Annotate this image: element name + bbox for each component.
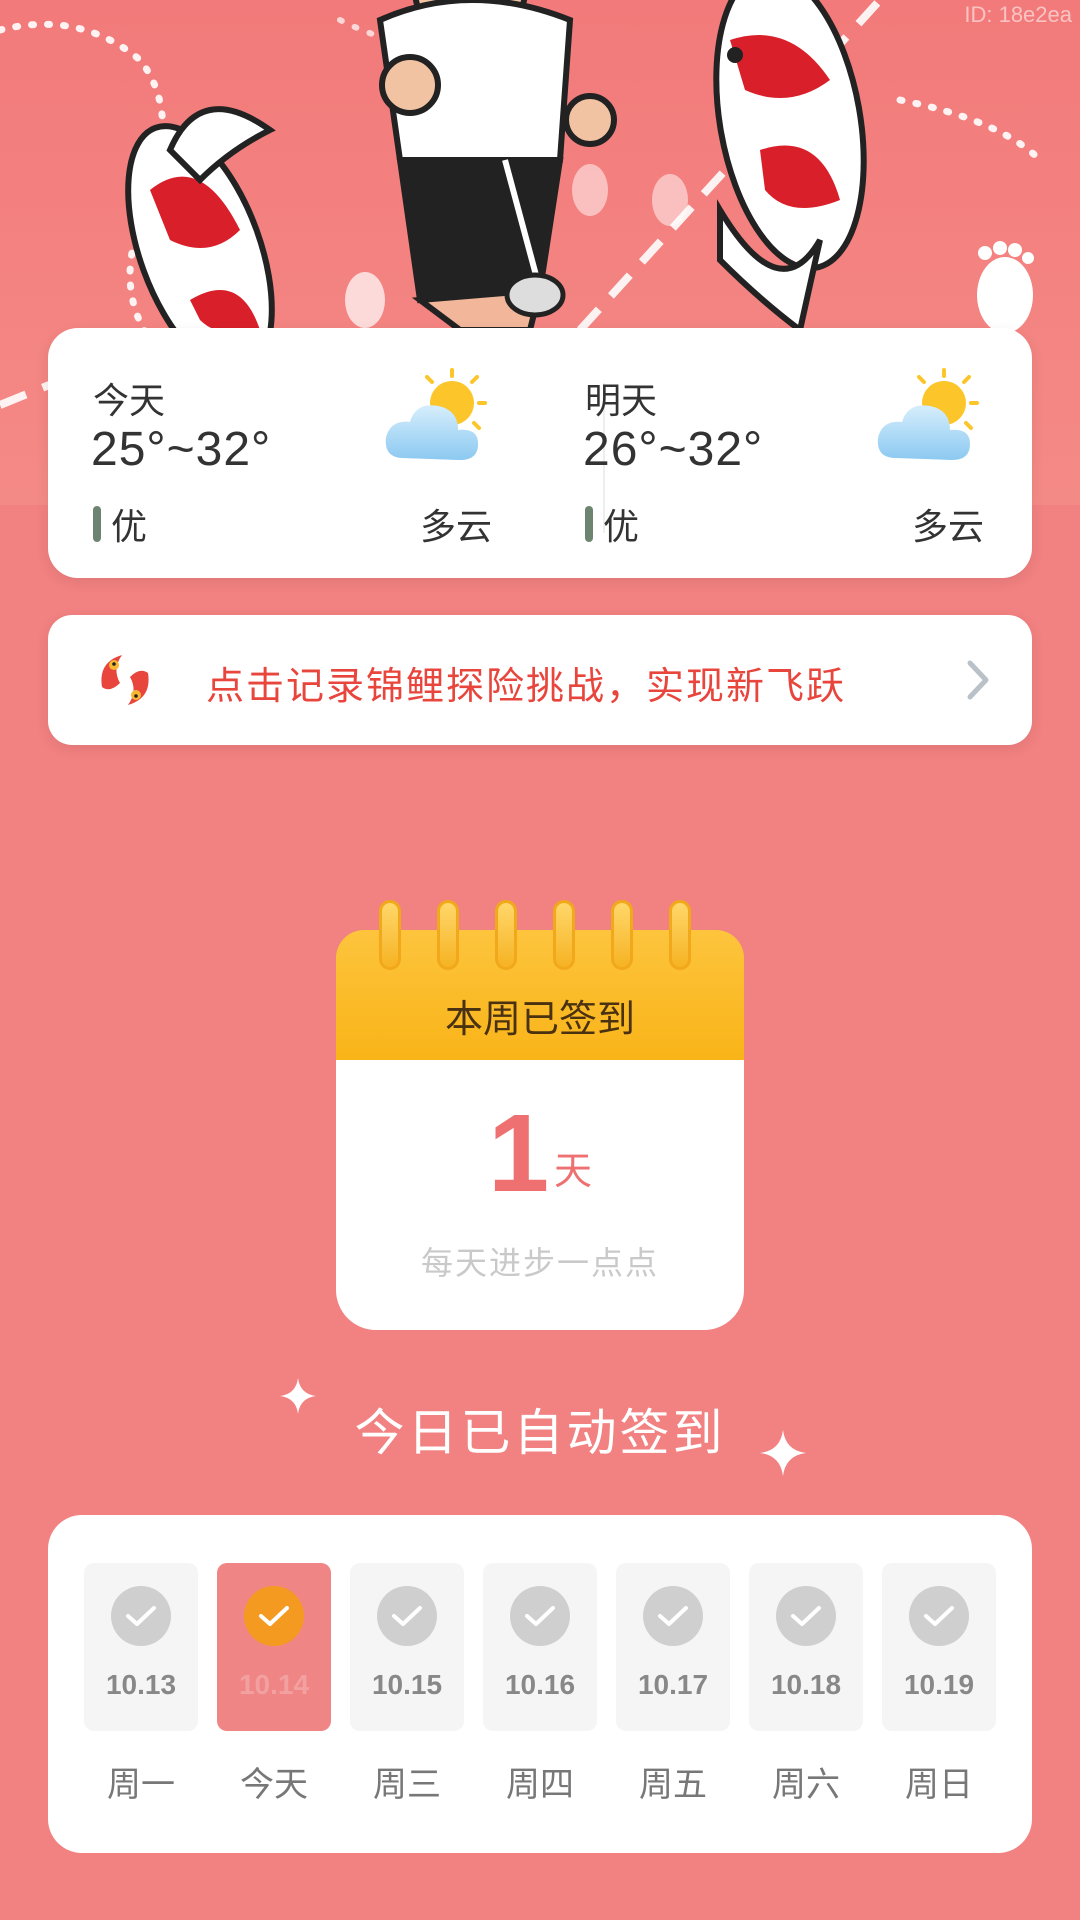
koi-icon [95, 650, 155, 710]
watermark: ID: 18e2ea [964, 2, 1072, 27]
day-date: 10.17 [637, 1669, 709, 1700]
calendar-ring [611, 900, 633, 970]
day-box: 10.13 [84, 1563, 198, 1731]
auto-signed-status: 今日已自动签到 [354, 1404, 726, 1462]
day-item-thu[interactable]: 10.16 周四 [483, 1563, 597, 1806]
day-date: 10.19 [903, 1669, 975, 1700]
day-label: 今天 [240, 1765, 308, 1805]
calendar-ring [669, 900, 691, 970]
day-box: 10.18 [749, 1563, 863, 1731]
day-box: 10.14 [217, 1563, 331, 1731]
day-date: 10.15 [371, 1669, 443, 1700]
weather-temperature: 26°~32° [583, 423, 764, 476]
air-quality: 优 [585, 498, 639, 550]
air-quality-bar [93, 506, 101, 542]
check-icon [643, 1586, 703, 1646]
check-icon [244, 1586, 304, 1646]
check-icon [111, 1586, 171, 1646]
air-quality-label: 优 [111, 507, 148, 548]
day-date: 10.13 [105, 1669, 177, 1700]
day-box: 10.16 [483, 1563, 597, 1731]
chevron-right-icon [967, 660, 989, 700]
day-item-sun[interactable]: 10.19 周日 [882, 1563, 996, 1806]
air-quality: 优 [93, 498, 147, 550]
day-box: 10.15 [350, 1563, 464, 1731]
weather-today: 今天 25°~32° 优 多云 [48, 328, 540, 578]
banner-text: 点击记录锦鲤探险挑战，实现新飞跃 [206, 664, 847, 708]
signin-day-unit: 天 [554, 1149, 593, 1193]
check-icon [377, 1586, 437, 1646]
weather-tomorrow: 明天 26°~32° 优 多云 [540, 328, 1032, 578]
partly-cloudy-icon [877, 368, 979, 460]
day-item-fri[interactable]: 10.17 周五 [616, 1563, 730, 1806]
weather-temperature: 25°~32° [91, 423, 272, 476]
calendar-title: 本周已签到 [444, 997, 635, 1041]
weekly-signin-calendar: 本周已签到 1 天 每天进步一点点 [336, 900, 744, 1330]
day-item-mon[interactable]: 10.13 周一 [84, 1563, 198, 1806]
check-icon [776, 1586, 836, 1646]
week-signin-card: 10.13 周一 10.14 今天 10.15 周三 10.16 周四 10.1… [48, 1515, 1032, 1853]
day-box: 10.17 [616, 1563, 730, 1731]
day-label: 周日 [905, 1765, 973, 1805]
check-icon [909, 1586, 969, 1646]
weather-condition: 多云 [419, 507, 492, 548]
day-date: 10.16 [504, 1669, 576, 1700]
day-date: 10.14 [238, 1669, 310, 1700]
calendar-ring [553, 900, 575, 970]
day-label: 周三 [373, 1765, 441, 1805]
weather-day-label: 今天 [93, 381, 166, 422]
air-quality-bar [585, 506, 593, 542]
partly-cloudy-icon [385, 368, 487, 460]
air-quality-label: 优 [603, 507, 640, 548]
koi-challenge-banner[interactable]: 点击记录锦鲤探险挑战，实现新飞跃 [48, 615, 1032, 745]
day-item-wed[interactable]: 10.15 周三 [350, 1563, 464, 1806]
signin-day-count: 1 [488, 1092, 550, 1215]
calendar-ring [437, 900, 459, 970]
day-label: 周四 [506, 1765, 574, 1805]
calendar-ring [379, 900, 401, 970]
calendar-ring [495, 900, 517, 970]
day-item-today[interactable]: 10.14 今天 [217, 1563, 331, 1806]
calendar-body: 1 天 每天进步一点点 [336, 1060, 744, 1330]
day-date: 10.18 [770, 1669, 842, 1700]
day-item-sat[interactable]: 10.18 周六 [749, 1563, 863, 1806]
weather-day-label: 明天 [585, 381, 658, 422]
day-box: 10.19 [882, 1563, 996, 1731]
weather-card[interactable]: 今天 25°~32° 优 多云 明天 26°~32° 优 多云 [48, 328, 1032, 578]
day-label: 周六 [772, 1765, 840, 1805]
day-label: 周一 [107, 1765, 175, 1805]
calendar-subtitle: 每天进步一点点 [420, 1244, 659, 1282]
day-label: 周五 [639, 1765, 707, 1805]
check-icon [510, 1586, 570, 1646]
weather-condition: 多云 [911, 507, 984, 548]
